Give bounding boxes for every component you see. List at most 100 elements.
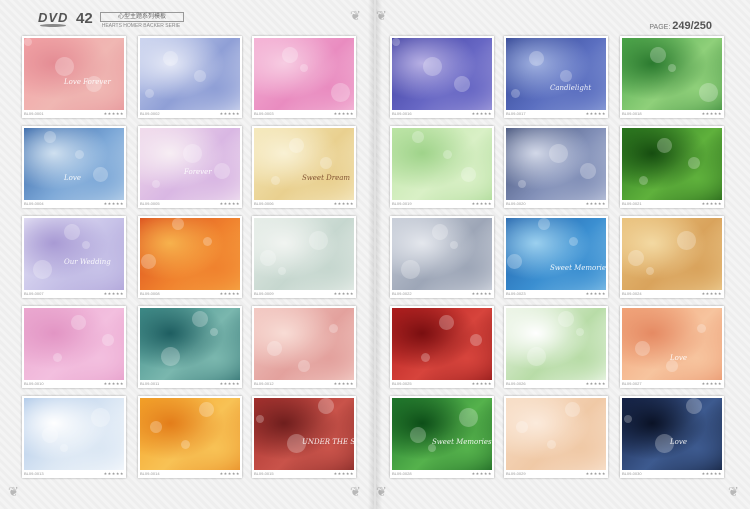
thumbnail-caption: BL09-0030 ★★★★★ (622, 470, 722, 477)
thumbnail-caption: BL09-0017 ★★★★★ (506, 110, 606, 117)
thumbnail-code: BL09-0009 (254, 291, 274, 296)
bokeh-decoration (44, 131, 56, 143)
thumbnail-image: Our Wedding (24, 218, 124, 290)
thumbnail-card[interactable]: BL09-0008 ★★★★★ (138, 216, 242, 298)
bokeh-decoration (686, 398, 702, 414)
rating-dots: ★★★★★ (471, 111, 492, 116)
thumbnail-image: Sweet Memories (392, 398, 492, 470)
thumbnail-code: BL09-0027 (622, 381, 642, 386)
thumbnail-card[interactable]: BL09-0019 ★★★★★ (390, 126, 494, 208)
thumbnail-code: BL09-0008 (140, 291, 160, 296)
thumbnail-card[interactable]: Sweet Memories BL09-0023 ★★★★★ (504, 216, 608, 298)
rating-dots: ★★★★★ (219, 471, 240, 476)
thumbnail-card[interactable]: Love BL09-0030 ★★★★★ (620, 396, 724, 478)
disc-icon (40, 24, 66, 27)
thumbnail-card[interactable]: Love BL09-0027 ★★★★★ (620, 306, 724, 388)
rating-dots: ★★★★★ (701, 291, 722, 296)
bokeh-decoration (309, 231, 328, 250)
thumbnail-card[interactable]: Candlelight BL09-0017 ★★★★★ (504, 36, 608, 118)
thumbnail-caption: BL09-0022 ★★★★★ (392, 290, 492, 297)
thumbnail-card[interactable]: BL09-0020 ★★★★★ (504, 126, 608, 208)
thumbnail-card[interactable]: BL09-0024 ★★★★★ (620, 216, 724, 298)
bokeh-decoration (278, 267, 286, 275)
bokeh-decoration (91, 408, 110, 427)
rating-dots: ★★★★★ (333, 291, 354, 296)
bokeh-decoration (646, 267, 654, 275)
thumbnail-card[interactable]: BL09-0013 ★★★★★ (22, 396, 126, 478)
rating-dots: ★★★★★ (333, 471, 354, 476)
thumbnail-overlay-text: Sweet Memories (432, 438, 492, 446)
thumbnail-caption: BL09-0024 ★★★★★ (622, 290, 722, 297)
thumbnail-card[interactable]: BL09-0010 ★★★★★ (22, 306, 126, 388)
thumbnail-card[interactable]: BL09-0012 ★★★★★ (252, 306, 356, 388)
thumbnail-image (622, 38, 722, 110)
thumbnail-card[interactable]: BL09-0022 ★★★★★ (390, 216, 494, 298)
thumbnail-card[interactable]: BL09-0025 ★★★★★ (390, 306, 494, 388)
thumbnail-card[interactable]: BL09-0026 ★★★★★ (504, 306, 608, 388)
thumbnail-card[interactable]: BL09-0003 ★★★★★ (252, 36, 356, 118)
bokeh-decoration (443, 150, 452, 159)
thumbnail-image (140, 218, 240, 290)
thumbnail-card[interactable]: Love Forever BL09-0001 ★★★★★ (22, 36, 126, 118)
bokeh-decoration (518, 180, 526, 188)
thumbnail-caption: BL09-0010 ★★★★★ (24, 380, 124, 387)
bokeh-decoration (152, 180, 160, 188)
thumbnail-caption: BL09-0003 ★★★★★ (254, 110, 354, 117)
thumbnail-card[interactable]: Our Wedding BL09-0007 ★★★★★ (22, 216, 126, 298)
thumbnail-caption: BL09-0019 ★★★★★ (392, 200, 492, 207)
bokeh-decoration (150, 421, 162, 433)
thumbnail-code: BL09-0018 (622, 111, 642, 116)
thumbnail-image (24, 308, 124, 380)
thumbnail-code: BL09-0028 (392, 471, 412, 476)
thumbnail-card[interactable]: BL09-0021 ★★★★★ (620, 126, 724, 208)
thumbnail-card[interactable]: Forever BL09-0005 ★★★★★ (138, 126, 242, 208)
bokeh-decoration (412, 131, 424, 143)
bokeh-decoration (450, 241, 458, 249)
rating-dots: ★★★★★ (585, 381, 606, 386)
thumbnail-card[interactable]: BL09-0009 ★★★★★ (252, 216, 356, 298)
bokeh-decoration (329, 324, 338, 333)
bokeh-decoration (432, 224, 448, 240)
thumbnail-code: BL09-0019 (392, 201, 412, 206)
bokeh-decoration (53, 353, 62, 362)
thumbnail-card[interactable]: UNDER THE SUN BL09-0015 ★★★★★ (252, 396, 356, 478)
bokeh-decoration (260, 250, 276, 266)
bokeh-decoration (172, 218, 184, 230)
rating-dots: ★★★★★ (701, 111, 722, 116)
thumbnail-card[interactable]: Sweet Memories BL09-0028 ★★★★★ (390, 396, 494, 478)
thumbnail-card[interactable]: Love BL09-0004 ★★★★★ (22, 126, 126, 208)
thumbnail-overlay-text: Forever (184, 168, 212, 176)
bokeh-decoration (267, 341, 282, 356)
thumbnail-card[interactable]: BL09-0014 ★★★★★ (138, 396, 242, 478)
bokeh-decoration (461, 167, 476, 182)
rating-dots: ★★★★★ (103, 201, 124, 206)
bokeh-decoration (538, 218, 550, 230)
thumbnail-card[interactable]: BL09-0018 ★★★★★ (620, 36, 724, 118)
rating-dots: ★★★★★ (471, 201, 492, 206)
bokeh-decoration (181, 440, 190, 449)
thumbnail-image (506, 128, 606, 200)
thumbnail-code: BL09-0014 (140, 471, 160, 476)
corner-ornament-icon: ❦ (8, 484, 19, 499)
bokeh-decoration (657, 138, 672, 153)
bokeh-decoration (576, 328, 584, 336)
bokeh-decoration (549, 144, 568, 163)
thumbnail-image: Love (24, 128, 124, 200)
thumbnail-card[interactable]: BL09-0002 ★★★★★ (138, 36, 242, 118)
bokeh-decoration (459, 408, 478, 427)
thumbnail-card[interactable]: BL09-0011 ★★★★★ (138, 306, 242, 388)
thumbnail-overlay-text: Love (64, 174, 81, 182)
bokeh-decoration (516, 421, 528, 433)
bokeh-decoration (289, 138, 304, 153)
thumbnail-card[interactable]: BL09-0029 ★★★★★ (504, 396, 608, 478)
bokeh-decoration (331, 83, 350, 102)
bokeh-decoration (423, 57, 442, 76)
thumbnail-overlay-text: Love (670, 438, 687, 446)
thumbnail-card[interactable]: BL09-0016 ★★★★★ (390, 36, 494, 118)
thumbnail-image: UNDER THE SUN (254, 398, 354, 470)
thumbnail-card[interactable]: Sweet Dream BL09-0006 ★★★★★ (252, 126, 356, 208)
bokeh-decoration (71, 315, 86, 330)
bokeh-decoration (24, 38, 32, 46)
rating-dots: ★★★★★ (585, 291, 606, 296)
thumbnail-image: Sweet Memories (506, 218, 606, 290)
